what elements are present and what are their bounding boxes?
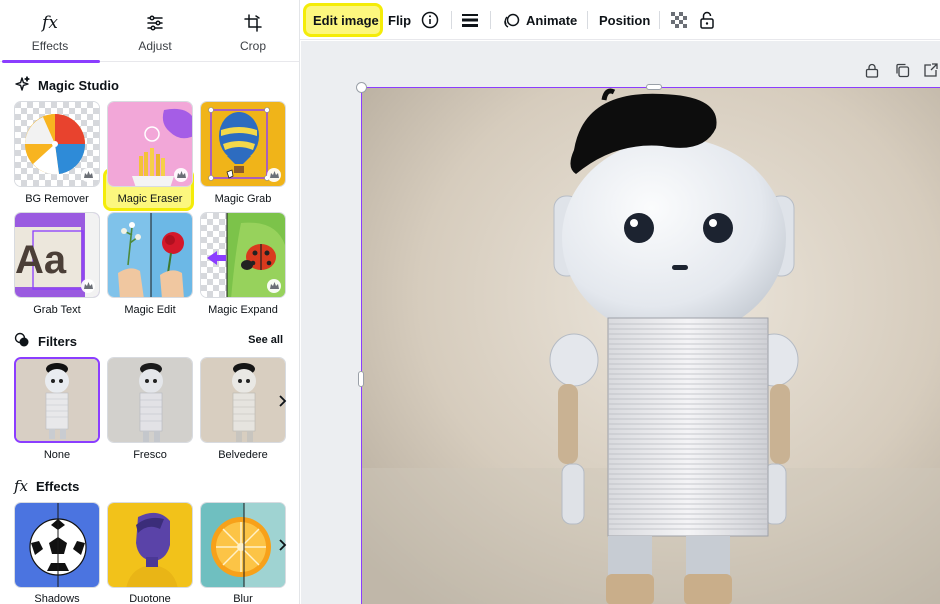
info-button[interactable] <box>421 0 439 40</box>
filter-label: Belvedere <box>218 449 268 461</box>
tool-magic-eraser[interactable] <box>107 101 193 187</box>
share-page-icon <box>923 62 938 77</box>
effect-label: Blur <box>233 593 253 604</box>
fx-icon: fx <box>14 477 29 495</box>
side-panel: fx Effects Adjust Crop Magic Studio BG R… <box>0 0 300 604</box>
unlock-icon <box>700 11 714 29</box>
fx-icon: fx <box>42 13 58 33</box>
effects-heading: fx Effects <box>14 477 80 495</box>
crop-icon <box>203 12 299 34</box>
crown-icon <box>174 168 188 182</box>
filter-label: Fresco <box>133 449 167 461</box>
crown-icon <box>267 168 281 182</box>
soccer-ball-icon <box>15 503 99 587</box>
lock-button[interactable] <box>699 0 715 40</box>
filter-none[interactable] <box>14 357 100 443</box>
tab-effects[interactable]: fx Effects <box>0 0 100 63</box>
filter-fresco[interactable] <box>107 357 193 443</box>
tab-label: Adjust <box>138 39 172 53</box>
tool-label: Grab Text <box>33 304 81 316</box>
tool-label: Magic Eraser <box>117 193 183 205</box>
crown-icon <box>81 279 95 293</box>
effect-label: Shadows <box>34 593 80 604</box>
tab-crop[interactable]: Crop <box>203 0 299 62</box>
animate-icon <box>504 13 520 28</box>
info-icon <box>421 11 439 29</box>
toolbar-divider <box>659 11 660 29</box>
tab-label: Crop <box>239 39 266 53</box>
tool-magic-expand[interactable] <box>200 212 286 298</box>
line-weight-icon <box>462 14 478 27</box>
robot-image <box>362 88 940 604</box>
effects-next-arrow[interactable] <box>273 530 293 560</box>
transparency-icon <box>671 11 688 29</box>
panel-tabs: fx Effects Adjust Crop <box>0 0 299 63</box>
toolbar-divider <box>587 11 588 29</box>
filters-heading: Filters <box>14 332 77 351</box>
duplicate-icon <box>895 63 909 77</box>
tool-label: Magic Edit <box>124 304 176 316</box>
toolbar-divider <box>490 11 491 29</box>
crown-icon <box>81 168 95 182</box>
sliders-icon <box>105 12 205 34</box>
sparkle-icon <box>14 76 30 95</box>
animate-button[interactable]: Animate <box>503 0 577 40</box>
robot-thumbnail <box>108 358 192 442</box>
resize-handle-top-left[interactable] <box>356 82 367 93</box>
svg-text:Aa: Aa <box>15 238 67 282</box>
tool-grab-text[interactable]: Aa <box>14 212 100 298</box>
resize-handle-left[interactable] <box>358 371 364 387</box>
add-page-button[interactable] <box>922 62 938 78</box>
chevron-right-icon <box>279 539 287 551</box>
effect-label: Duotone <box>129 593 171 604</box>
resize-handle-top[interactable] <box>646 84 662 90</box>
filters-next-arrow[interactable] <box>273 386 293 416</box>
magic-studio-heading: Magic Studio <box>14 76 119 95</box>
robot-thumbnail <box>16 359 98 441</box>
tool-magic-grab[interactable] <box>200 101 286 187</box>
tool-label: Magic Expand <box>208 304 278 316</box>
lock-icon <box>865 63 879 78</box>
chevron-right-icon <box>279 395 287 407</box>
flip-button[interactable]: Flip <box>388 0 411 40</box>
portrait-icon <box>108 503 192 587</box>
tab-adjust[interactable]: Adjust <box>105 0 205 62</box>
position-button[interactable]: Position <box>599 0 650 40</box>
tool-label: Magic Grab <box>214 193 272 205</box>
tool-magic-edit[interactable] <box>107 212 193 298</box>
crown-icon <box>267 279 281 293</box>
effect-shadows[interactable] <box>14 502 100 588</box>
filters-icon <box>14 332 30 351</box>
lock-page-button[interactable] <box>864 62 880 78</box>
line-weight-button[interactable] <box>461 0 479 40</box>
tool-bg-remover[interactable] <box>14 101 100 187</box>
filter-label: None <box>43 449 71 461</box>
top-toolbar: Edit image Flip Animate Position <box>300 0 940 40</box>
effect-duotone[interactable] <box>107 502 193 588</box>
selected-image[interactable] <box>361 87 940 604</box>
tool-label: BG Remover <box>25 193 89 205</box>
edit-image-button[interactable]: Edit image <box>313 0 379 40</box>
toolbar-divider <box>451 11 452 29</box>
transparency-button[interactable] <box>671 0 688 40</box>
duplicate-page-button[interactable] <box>894 62 910 78</box>
flower-hand-icon <box>108 213 192 297</box>
tab-label: Effects <box>31 39 69 53</box>
see-all-filters-link[interactable]: See all <box>248 334 283 346</box>
